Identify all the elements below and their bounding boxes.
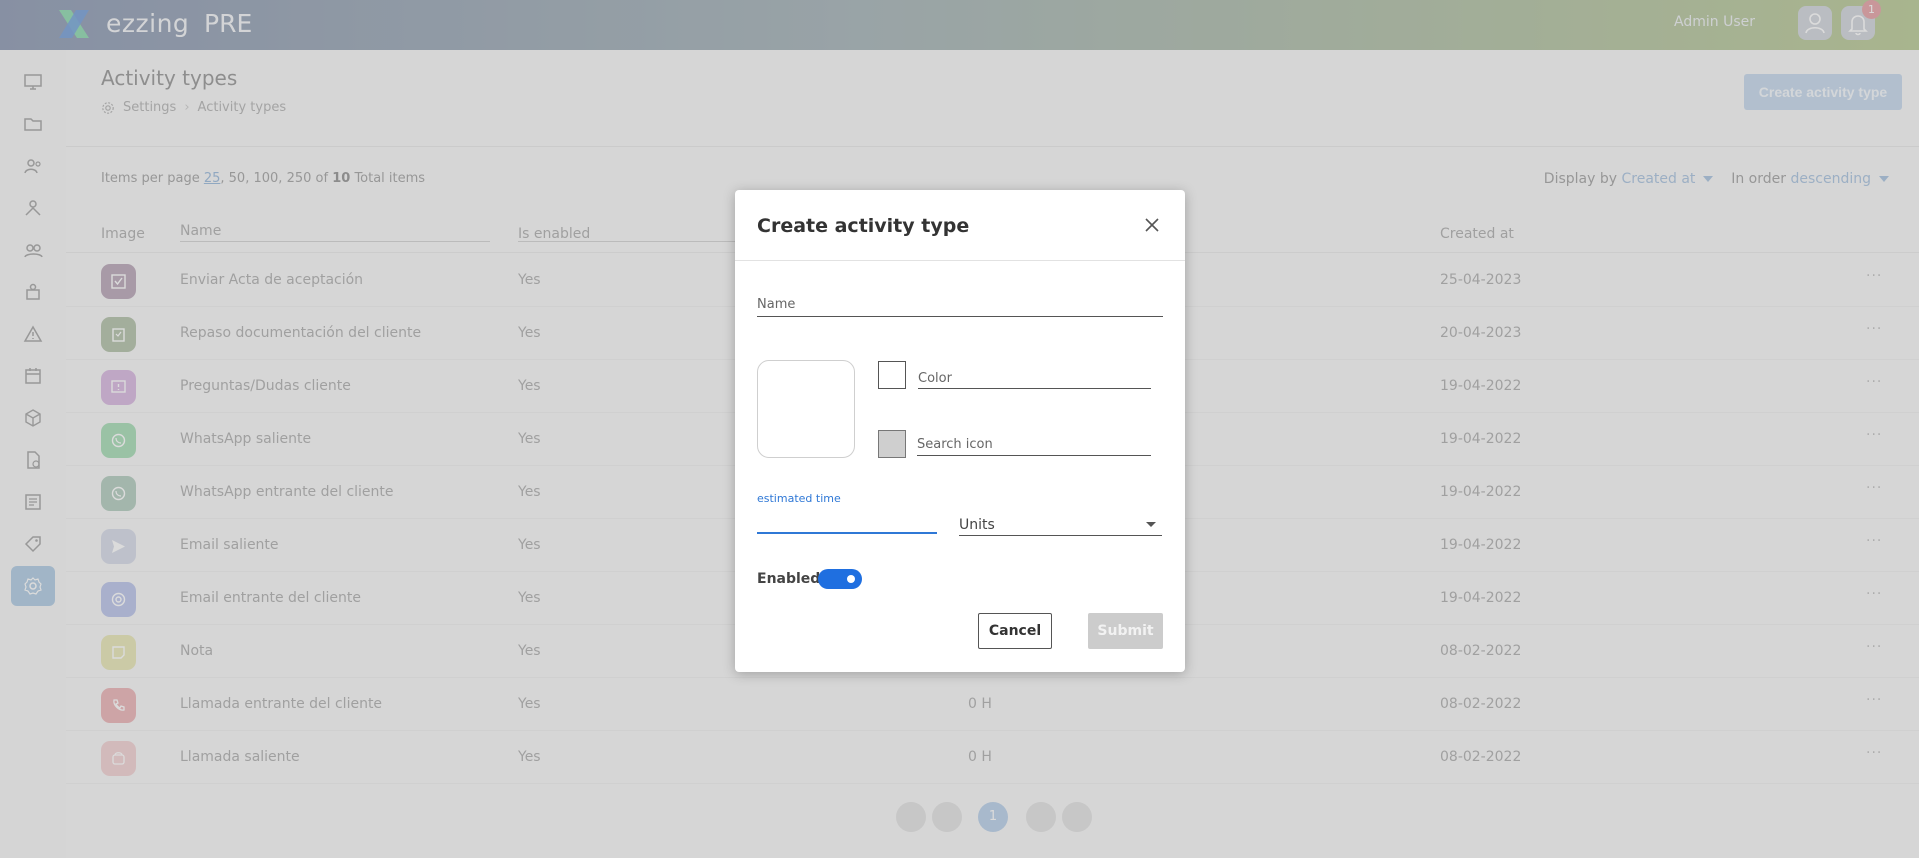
chevron-down-icon[interactable] [1146,522,1156,527]
icon-preview [757,360,855,458]
search-icon-field-label: Search icon [917,437,993,452]
search-icon-field[interactable] [917,455,1151,456]
color-swatch[interactable] [878,361,906,389]
color-field[interactable] [918,388,1151,389]
cancel-button[interactable]: Cancel [978,613,1052,649]
units-select-line [959,535,1162,536]
submit-button[interactable]: Submit [1088,613,1163,649]
icon-swatch[interactable] [878,430,906,458]
name-field[interactable] [757,316,1163,317]
units-select[interactable]: Units [959,517,995,533]
toggle-knob [847,575,855,583]
estimated-time-input[interactable] [757,532,937,534]
estimated-time-label: estimated time [757,492,841,505]
close-icon[interactable] [1143,216,1161,234]
name-field-label: Name [757,297,796,312]
create-activity-type-modal: Create activity type Name Color Search i… [735,190,1185,672]
color-field-label: Color [918,371,952,386]
enabled-label: Enabled: [757,571,826,587]
modal-divider [735,260,1185,261]
modal-title: Create activity type [757,215,970,237]
enabled-toggle[interactable] [818,569,862,589]
